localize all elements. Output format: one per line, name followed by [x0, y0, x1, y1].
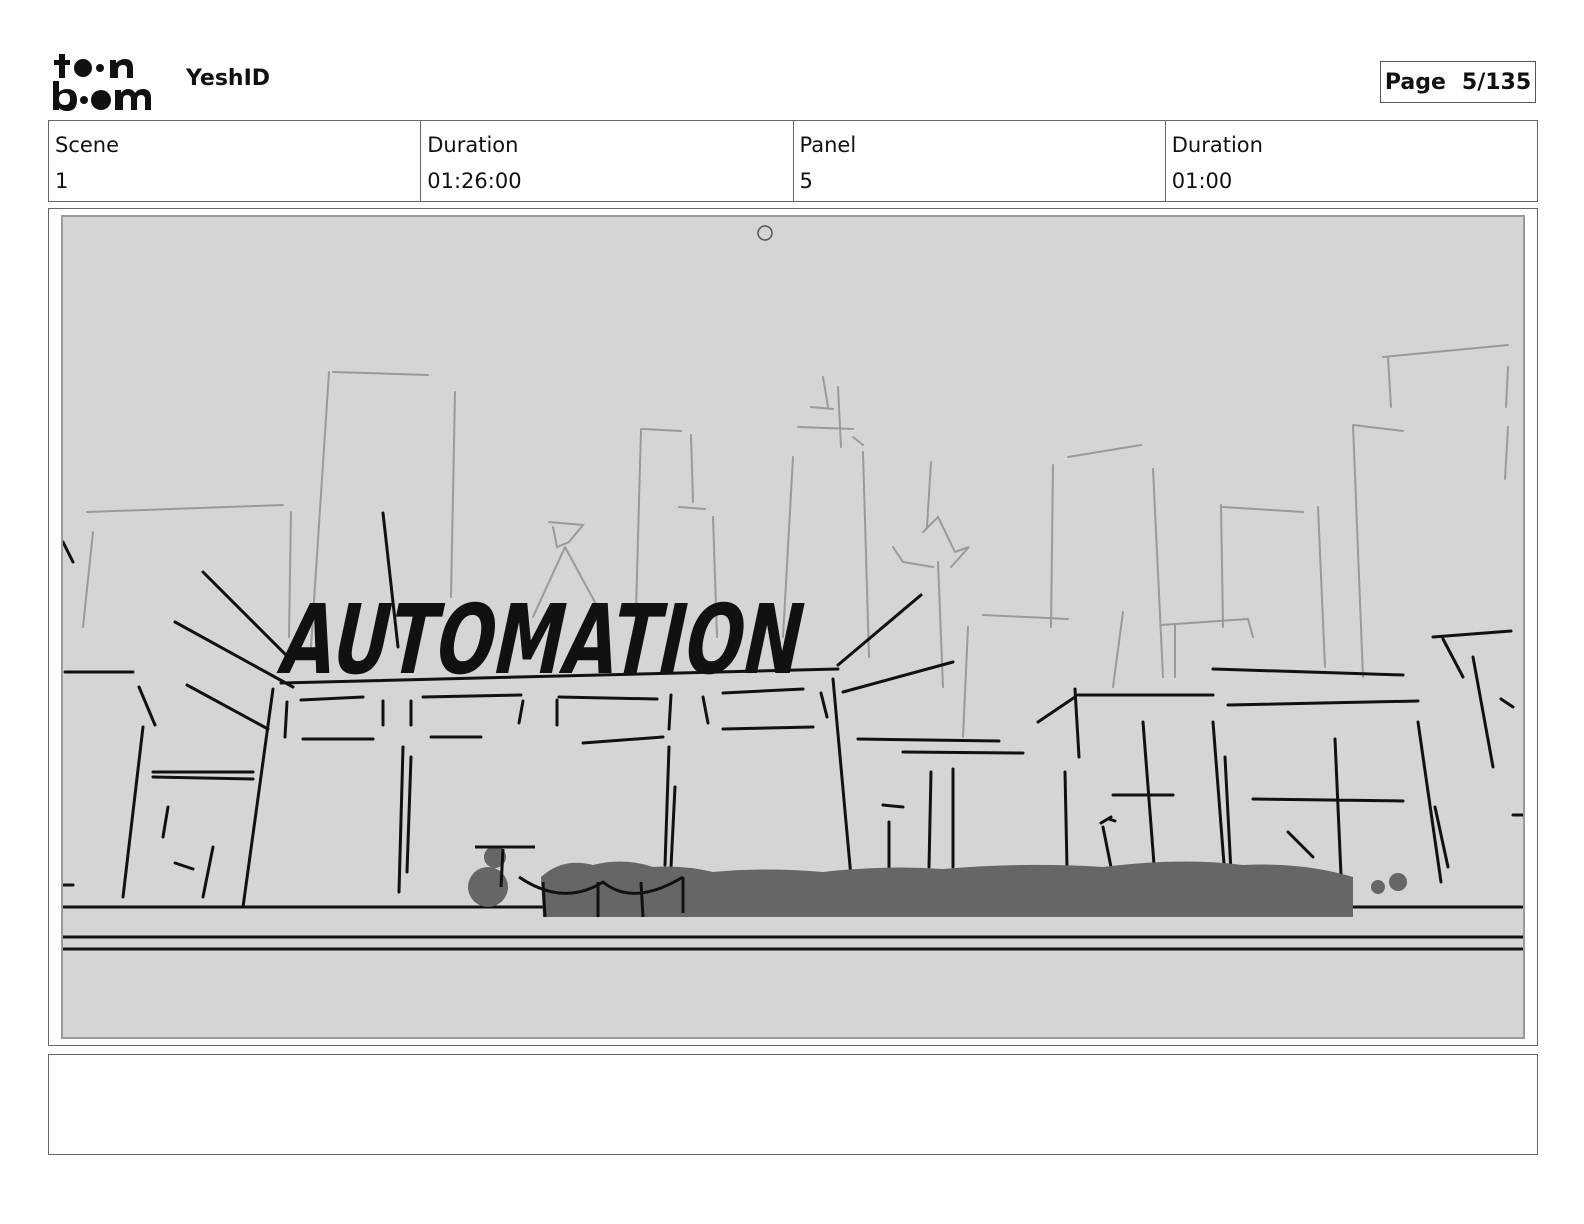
- scene-info-table: Scene 1 Duration 01:26:00 Panel 5 Durati…: [48, 120, 1538, 202]
- toon-boom-logo: [53, 54, 151, 111]
- panel-value: 5: [799, 169, 813, 193]
- scene-duration-label: Duration: [427, 133, 519, 157]
- panel-label: Panel: [799, 133, 857, 157]
- scene-cell: Scene 1: [49, 121, 420, 201]
- storyboard-panel-image: AUTOMATION: [61, 215, 1525, 1039]
- sketch-drawing: AUTOMATION: [63, 225, 1523, 951]
- page-label: Page: [1384, 69, 1446, 95]
- panel-cell: Panel 5: [792, 121, 1165, 201]
- scene-duration-value: 01:26:00: [427, 169, 522, 193]
- panel-notes-box: [48, 1054, 1538, 1155]
- panel-duration-value: 01:00: [1171, 169, 1233, 193]
- panel-duration-cell: Duration 01:00: [1164, 121, 1537, 201]
- scene-label: Scene: [55, 133, 120, 157]
- page-number: 5/135: [1461, 69, 1532, 95]
- panel-duration-label: Duration: [1171, 133, 1263, 157]
- scene-duration-cell: Duration 01:26:00: [420, 121, 792, 201]
- automation-sign-text: AUTOMATION: [271, 584, 815, 696]
- project-name: YeshID: [186, 66, 271, 91]
- page-indicator: Page 5/135: [1380, 61, 1536, 103]
- scene-value: 1: [55, 169, 69, 193]
